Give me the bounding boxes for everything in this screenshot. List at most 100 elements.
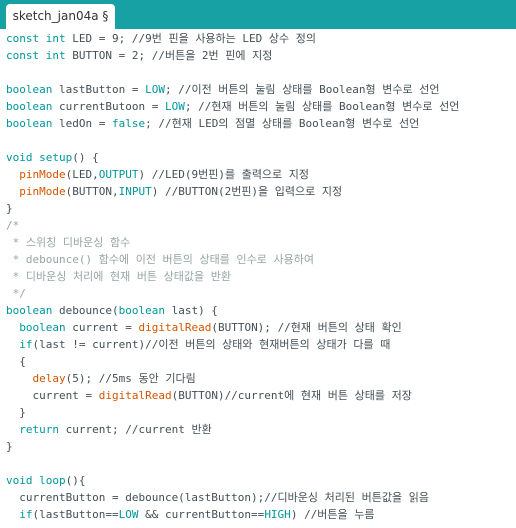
code-token: (){ <box>65 474 86 487</box>
code-line: boolean current = digitalRead(BUTTON); /… <box>6 319 459 336</box>
code-token: boolean <box>6 83 53 96</box>
code-line: * 스위칭 디바운싱 함수 <box>6 234 459 251</box>
code-line: */ <box>6 285 459 302</box>
code-token: last) { <box>164 304 218 317</box>
code-line: { <box>6 353 459 370</box>
code-token: currentButoon = <box>52 100 165 113</box>
code-token: ; <box>184 100 199 113</box>
code-token: //9번 핀을 사용하는 LED 상수 정의 <box>131 32 317 45</box>
code-token: lastButton = <box>52 83 146 96</box>
code-token: //디바운싱 처리된 버튼값을 읽음 <box>264 491 429 504</box>
code-line: delay(5); //5ms 동안 기다림 <box>6 370 459 387</box>
code-line: currentButton = debounce(lastButton);//디… <box>6 489 459 506</box>
code-token: && currentButton== <box>138 508 265 521</box>
code-token: boolean <box>6 117 53 130</box>
code-token: ledOn = <box>52 117 112 130</box>
code-line: } <box>6 404 459 421</box>
code-token: return <box>19 423 59 436</box>
code-token: } <box>6 440 13 453</box>
code-token: //이전 버튼의 상태와 현재버튼의 상태가 다를 때 <box>145 338 391 351</box>
code-token: if <box>19 508 33 521</box>
code-line: /* <box>6 217 459 234</box>
code-token: const int <box>6 49 66 62</box>
code-token: //버튼을 누름 <box>304 508 375 521</box>
code-line: } <box>6 438 459 455</box>
code-token: HIGH <box>264 508 291 521</box>
code-token: if <box>19 338 33 351</box>
code-line: if(last != current)//이전 버튼의 상태와 현재버튼의 상태… <box>6 336 459 353</box>
code-token: //이전 버튼의 눌림 상태를 Boolean형 변수로 선언 <box>178 83 440 96</box>
code-token: boolean <box>6 304 53 317</box>
code-token: void <box>6 151 33 164</box>
code-token: pinMode <box>19 185 66 198</box>
code-token: //현재 버튼의 상태 확인 <box>277 321 402 334</box>
code-token: () { <box>72 151 99 164</box>
code-token: pinMode <box>19 168 66 181</box>
code-token: ) <box>290 508 305 521</box>
code-token: { <box>6 355 26 368</box>
code-line: if(lastButton==LOW && currentButton==HIG… <box>6 506 459 523</box>
code-token: LED = 9; <box>65 32 132 45</box>
code-line: void loop(){ <box>6 472 459 489</box>
tab-sketch[interactable]: sketch_jan04a § <box>6 4 115 29</box>
code-token: boolean <box>19 321 66 334</box>
code-line: boolean lastButton = LOW; //이전 버튼의 눌림 상태… <box>6 81 459 98</box>
code-token: (lastButton== <box>32 508 119 521</box>
code-token: //버튼을 2번 핀에 지정 <box>151 49 273 62</box>
code-token: ; <box>145 117 159 130</box>
code-token: /* <box>6 219 20 232</box>
code-token: ) <box>138 168 152 181</box>
code-token: void <box>6 474 33 487</box>
code-line: const int BUTTON = 2; //버튼을 2번 핀에 지정 <box>6 47 459 64</box>
code-token: ) <box>151 185 165 198</box>
code-token: boolean <box>118 304 165 317</box>
code-line: * debounce() 함수에 이전 버튼의 상태를 인수로 사용하여 <box>6 251 459 268</box>
code-token: (BUTTON, <box>65 185 119 198</box>
code-token: //current에 현재 버튼 상태를 저장 <box>224 389 412 402</box>
code-token: current = <box>6 389 99 402</box>
code-token: (BUTTON); <box>211 321 278 334</box>
code-token: (LED, <box>65 168 99 181</box>
code-token: delay <box>32 372 66 385</box>
code-line: * 디바운싱 처리에 현재 버튼 상태값을 반환 <box>6 268 459 285</box>
code-token: BUTTON = 2; <box>65 49 152 62</box>
editor-tab-bar: sketch_jan04a § <box>0 0 516 29</box>
code-line: current = digitalRead(BUTTON)//current에 … <box>6 387 459 404</box>
code-token: digitalRead <box>98 389 172 402</box>
code-token: } <box>6 406 26 419</box>
code-line: boolean debounce(boolean last) { <box>6 302 459 319</box>
code-token: const int <box>6 32 66 45</box>
code-token: LOW <box>118 508 139 521</box>
code-token: (5); <box>65 372 99 385</box>
code-token: //BUTTON(2번핀)을 입력으로 지정 <box>164 185 343 198</box>
code-token: ; <box>164 83 179 96</box>
code-token: //LED(9번핀)를 출력으로 지정 <box>151 168 310 181</box>
code-editor[interactable]: const int LED = 9; //9번 핀을 사용하는 LED 상수 정… <box>0 29 516 528</box>
code-line: void setup() { <box>6 149 459 166</box>
code-token: //current 반환 <box>125 423 212 436</box>
code-token: LOW <box>145 83 165 96</box>
code-token: //5ms 동안 기다림 <box>98 372 196 385</box>
code-token: } <box>6 202 13 215</box>
code-token: * debounce() 함수에 이전 버튼의 상태를 인수로 사용하여 <box>6 253 314 266</box>
code-line: pinMode(LED,OUTPUT) //LED(9번핀)를 출력으로 지정 <box>6 166 459 183</box>
code-line: } <box>6 200 459 217</box>
code-token: */ <box>6 287 26 300</box>
code-token: debounce( <box>52 304 119 317</box>
code-token: false <box>111 117 146 130</box>
code-line: boolean currentButoon = LOW; //현재 버튼의 눌림… <box>6 98 459 115</box>
code-token: setup <box>39 151 73 164</box>
code-text[interactable]: const int LED = 9; //9번 핀을 사용하는 LED 상수 정… <box>6 30 459 523</box>
code-line: boolean ledOn = false; //현재 LED의 점멸 상태를 … <box>6 115 459 132</box>
code-token: loop <box>39 474 66 487</box>
code-token: boolean <box>6 100 53 113</box>
